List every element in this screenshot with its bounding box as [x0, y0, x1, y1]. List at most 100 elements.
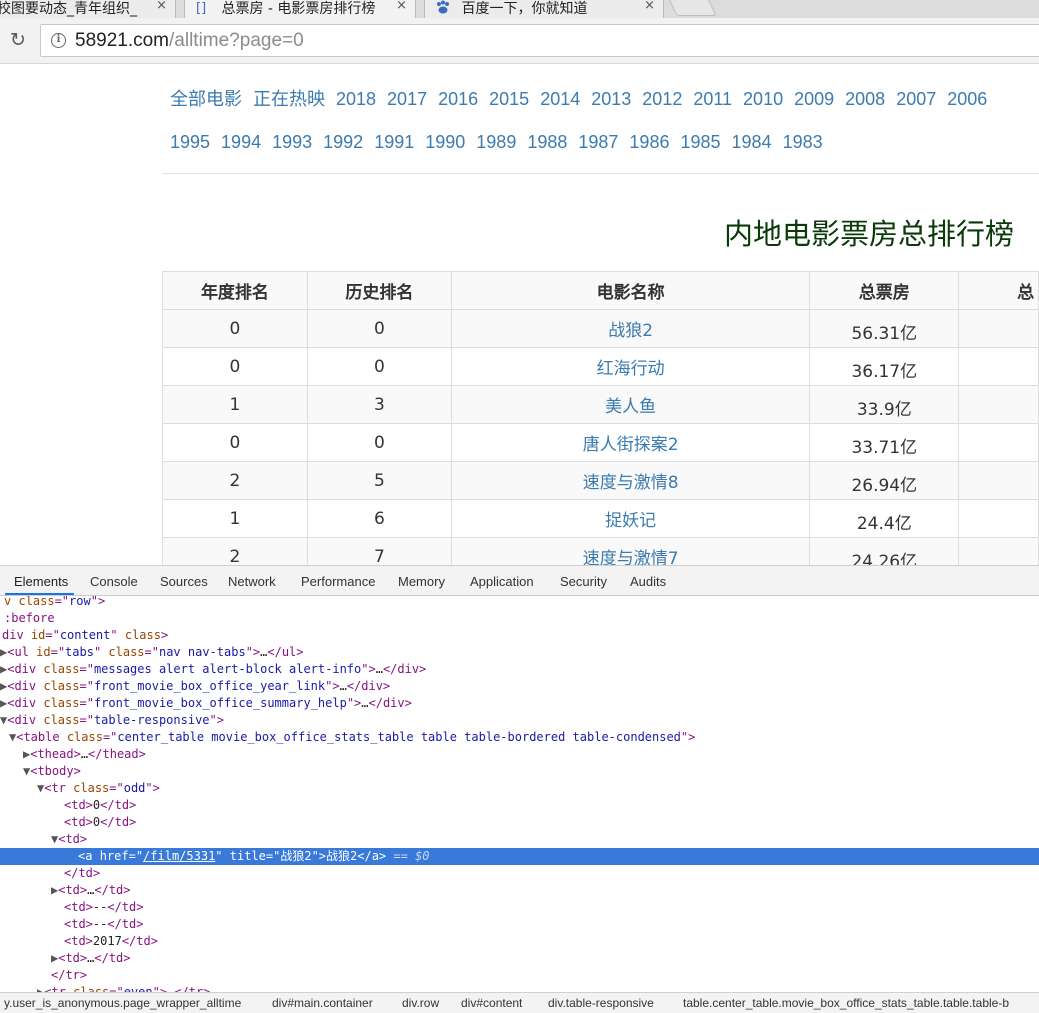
- movie-link[interactable]: 唐人街探案2: [583, 435, 679, 455]
- dom-line[interactable]: ▶<div class="messages alert alert-block …: [0, 661, 1039, 678]
- movie-link[interactable]: 美人鱼: [605, 397, 656, 417]
- year-link[interactable]: 2016: [438, 87, 478, 111]
- year-link[interactable]: 1990: [425, 130, 465, 154]
- dom-line[interactable]: <td>0</td>: [64, 797, 1039, 814]
- dom-line[interactable]: ▼<div class="table-responsive">: [0, 712, 1039, 729]
- extra-cell: [958, 499, 1039, 538]
- dom-line[interactable]: ▶<tr class="even">…</tr>: [37, 984, 1039, 992]
- selected-href[interactable]: /film/5331: [143, 849, 215, 863]
- close-tab-icon[interactable]: ×: [156, 0, 167, 13]
- tab-elements[interactable]: Elements: [14, 574, 68, 589]
- tab-audits[interactable]: Audits: [630, 574, 666, 589]
- header-year-rank[interactable]: 年度排名: [162, 271, 308, 310]
- breadcrumb-item[interactable]: div#content: [461, 996, 522, 1010]
- dom-line[interactable]: <td>0</td>: [64, 814, 1039, 831]
- year-link[interactable]: 2010: [743, 87, 783, 111]
- address-bar[interactable]: i 58921.com/alltime?page=0: [40, 24, 1039, 57]
- year-link[interactable]: 1983: [783, 130, 823, 154]
- browser-tab-1[interactable]: 校图要动态_青年组织_ ×: [0, 0, 176, 18]
- dom-line[interactable]: ▼<table class="center_table movie_box_of…: [9, 729, 1039, 746]
- year-link[interactable]: 1985: [680, 130, 720, 154]
- tab-security[interactable]: Security: [560, 574, 607, 589]
- history-rank-cell: 5: [306, 461, 452, 500]
- year-link[interactable]: 2015: [489, 87, 529, 111]
- tab-console[interactable]: Console: [90, 574, 138, 589]
- movie-link[interactable]: 捉妖记: [605, 511, 656, 531]
- year-link[interactable]: 2008: [845, 87, 885, 111]
- dom-tree: v class="row"> :before div id="content" …: [0, 596, 1039, 992]
- movie-link[interactable]: 红海行动: [597, 359, 665, 379]
- dom-line[interactable]: div id="content" class>: [2, 627, 1039, 644]
- breadcrumb-item[interactable]: div.row: [402, 996, 439, 1010]
- breadcrumb-item[interactable]: table.center_table.movie_box_office_stat…: [683, 996, 1009, 1010]
- info-icon[interactable]: i: [51, 33, 66, 48]
- extra-cell: [958, 423, 1039, 462]
- breadcrumb-item[interactable]: div.table-responsive: [548, 996, 654, 1010]
- header-history-rank[interactable]: 历史排名: [306, 271, 452, 310]
- year-link[interactable]: 2018: [336, 87, 376, 111]
- header-total-gross[interactable]: 总票房: [809, 271, 960, 310]
- year-link[interactable]: 2014: [540, 87, 580, 111]
- dom-line[interactable]: ▶<td>…</td>: [51, 882, 1039, 899]
- dom-line[interactable]: </tr>: [51, 967, 1039, 984]
- year-link[interactable]: 2006: [947, 87, 987, 111]
- dom-line[interactable]: <td>2017</td>: [64, 933, 1039, 950]
- browser-tab-3[interactable]: 百度一下，你就知道 ×: [424, 0, 664, 18]
- year-link[interactable]: 1995: [170, 130, 210, 154]
- year-link[interactable]: 1987: [578, 130, 618, 154]
- dom-line[interactable]: ▼<tr class="odd">: [37, 780, 1039, 797]
- dom-line[interactable]: :before: [4, 610, 1039, 627]
- dom-line[interactable]: ▼<td>: [51, 831, 1039, 848]
- year-link[interactable]: 正在热映: [253, 87, 325, 111]
- year-link[interactable]: 2012: [642, 87, 682, 111]
- year-link[interactable]: 2017: [387, 87, 427, 111]
- tab-performance[interactable]: Performance: [301, 574, 375, 589]
- year-link[interactable]: 2011: [693, 87, 732, 111]
- year-link[interactable]: 1994: [221, 130, 261, 154]
- new-tab-button[interactable]: [667, 0, 717, 16]
- reload-icon[interactable]: ↻: [8, 30, 28, 50]
- dom-line[interactable]: </td>: [64, 865, 1039, 882]
- year-link[interactable]: 1991: [374, 130, 414, 154]
- year-link[interactable]: 1993: [272, 130, 312, 154]
- dom-line[interactable]: ▶<div class="front_movie_box_office_summ…: [0, 695, 1039, 712]
- dom-line[interactable]: <td>--</td>: [64, 899, 1039, 916]
- year-links: 全部电影 正在热映 2018 2017 2016 2015 2014 2013 2012 2011…: [170, 87, 1039, 173]
- dom-line[interactable]: v class="row">: [4, 596, 1039, 610]
- tab-application[interactable]: Application: [470, 574, 534, 589]
- tab-sources[interactable]: Sources: [160, 574, 208, 589]
- dom-line[interactable]: ▶<ul id="tabs" class="nav nav-tabs">…</u…: [0, 644, 1039, 661]
- browser-tab-strip: 校图要动态_青年组织_ × [] 总票房 - 电影票房排行榜 × 百度一下，你就…: [0, 0, 1039, 18]
- close-tab-icon[interactable]: ×: [396, 0, 407, 13]
- movie-link[interactable]: 速度与激情7: [583, 549, 679, 565]
- history-rank-cell: 0: [306, 347, 452, 386]
- year-link[interactable]: 2007: [896, 87, 936, 111]
- dom-line[interactable]: ▼<tbody>: [23, 763, 1039, 780]
- year-link[interactable]: 1992: [323, 130, 363, 154]
- breadcrumb-item[interactable]: div#main.container: [272, 996, 373, 1010]
- dom-line[interactable]: <td>--</td>: [64, 916, 1039, 933]
- close-tab-icon[interactable]: ×: [644, 0, 655, 13]
- year-link[interactable]: 全部电影: [170, 87, 242, 111]
- movie-link[interactable]: 速度与激情8: [583, 473, 679, 493]
- year-link[interactable]: 1988: [527, 130, 567, 154]
- movie-link[interactable]: 战狼2: [608, 321, 653, 341]
- year-link[interactable]: 1984: [732, 130, 772, 154]
- year-link[interactable]: 2013: [591, 87, 631, 111]
- movie-name-cell: 速度与激情7: [450, 537, 811, 565]
- history-rank-cell: 6: [306, 499, 452, 538]
- year-link[interactable]: 2009: [794, 87, 834, 111]
- tab-network[interactable]: Network: [228, 574, 276, 589]
- dom-line[interactable]: ▶<td>…</td>: [51, 950, 1039, 967]
- year-link[interactable]: 1986: [629, 130, 669, 154]
- dom-line[interactable]: ▶<thead>…</thead>: [23, 746, 1039, 763]
- breadcrumb-item[interactable]: y.user_is_anonymous.page_wrapper_alltime: [4, 996, 241, 1010]
- browser-tab-2[interactable]: [] 总票房 - 电影票房排行榜 ×: [184, 0, 416, 18]
- year-link[interactable]: 1989: [476, 130, 516, 154]
- header-extra[interactable]: 总: [958, 271, 1039, 310]
- tab-memory[interactable]: Memory: [398, 574, 445, 589]
- url-text: 58921.com/alltime?page=0: [75, 30, 304, 52]
- dom-line[interactable]: ▶<div class="front_movie_box_office_year…: [0, 678, 1039, 695]
- header-movie-name[interactable]: 电影名称: [450, 271, 811, 310]
- dom-line-selected[interactable]: <a href="/film/5331" title="战狼2">战狼2</a>…: [0, 848, 1039, 865]
